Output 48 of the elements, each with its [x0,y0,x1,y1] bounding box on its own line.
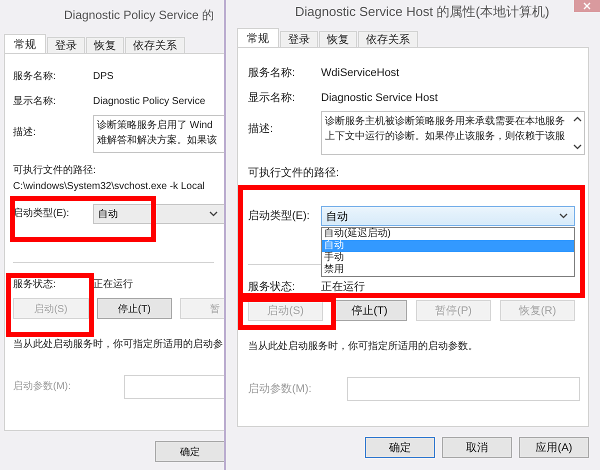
field-label: 服务状态: [248,280,296,295]
startup-type-dropdown[interactable]: 自动 [93,204,224,224]
dropdown-option[interactable]: 自动(延迟启动) [322,228,574,240]
field-label: 服务名称: [248,66,296,81]
field-value: 正在运行 [93,278,133,292]
field-label: 启动参数(M): [248,382,313,397]
close-button[interactable] [574,0,600,12]
startup-type-dropdown[interactable]: 自动 [321,206,575,226]
field-label: 描述: [248,122,274,137]
hint-text: 当从此处启动服务时，你可指定所适用的启动参数。 [248,340,478,354]
description-field[interactable]: 诊断服务主机被诊断策略服务用来承载需要在本地服务 上下文中运行的诊断。如果停止该服务，则依赖于该服 [321,111,585,155]
path-value: C:\windows\System32\svchost.exe -k Local [13,180,205,194]
window-title: Diagnostic Service Host 的属性(本地计算机) [295,3,550,21]
field-label: 启动类型(E): [248,208,311,224]
field-value: WdiServiceHost [321,66,400,81]
dialog-button[interactable]: 应用(A) [519,437,589,458]
hint-text: 当从此处启动服务时，你可指定所适用的启动参 [13,338,223,352]
tab[interactable]: 登录 [280,31,318,47]
chevron-down-icon [559,213,568,219]
action-button[interactable]: 停止(T) [96,298,172,319]
field-label: 可执行文件的路径: [13,164,96,178]
tab[interactable]: 登录 [47,37,85,53]
field-label: 启动参数(M): [13,380,72,394]
close-icon [582,1,592,11]
tab[interactable]: 恢复 [86,37,124,53]
field-label: 可执行文件的路径: [248,166,340,181]
tab[interactable]: 恢复 [319,31,357,47]
window-title: Diagnostic Policy Service 的 [64,6,214,24]
field-value: DPS [93,70,114,84]
dropdown-option[interactable]: 禁用 [322,264,574,276]
dialog-button[interactable]: 确定 [365,437,435,458]
field-label: 服务名称: [13,70,57,84]
field-value: Diagnostic Service Host [321,91,438,106]
field-label: 显示名称: [13,95,57,109]
dropdown-option[interactable]: 手动 [322,252,574,264]
field-label: 服务状态: [13,278,57,292]
field-value: Diagnostic Policy Service [93,95,206,109]
tab[interactable]: 常规 [4,34,46,53]
tab[interactable]: 常规 [237,28,279,47]
field-label: 描述: [13,126,37,140]
tab[interactable]: 依存关系 [358,31,418,47]
scroll-down-icon [572,144,582,150]
dialog-button[interactable]: 取消 [442,437,512,458]
tab[interactable]: 依存关系 [125,37,185,53]
dialog-button[interactable]: 确定 [155,441,224,462]
field-label: 显示名称: [248,91,296,106]
chevron-down-icon [209,211,218,217]
field-value: 正在运行 [321,280,365,295]
